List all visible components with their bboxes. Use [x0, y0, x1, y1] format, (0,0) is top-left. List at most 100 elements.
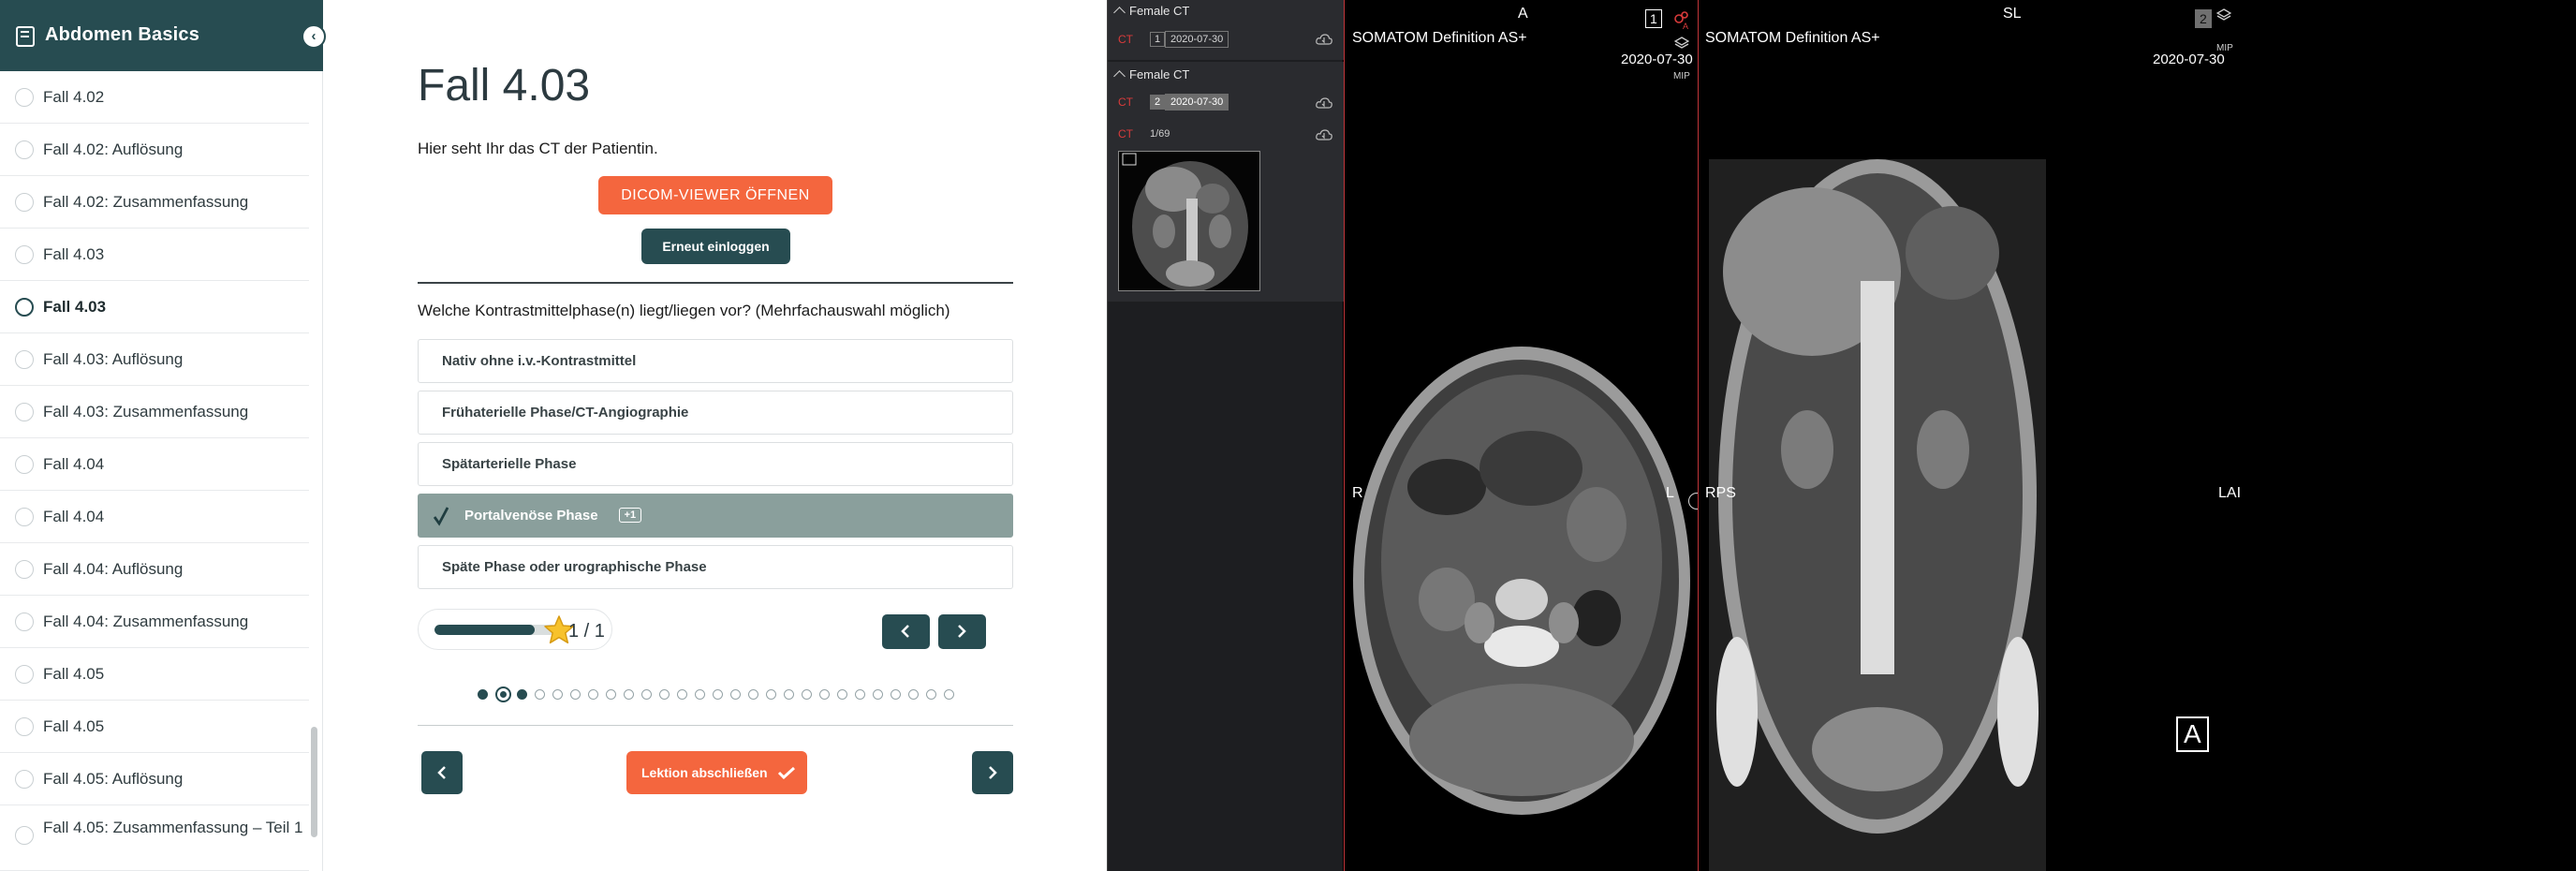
lesson-list: Fall 4.02 Fall 4.02: Auflösung Fall 4.02: … [0, 71, 309, 871]
page-dot[interactable] [535, 689, 545, 700]
answer-option-label: Spätarterielle Phase [442, 456, 577, 472]
next-question-button[interactable] [938, 614, 986, 649]
sidebar-lesson-item[interactable]: Fall 4.04 [0, 438, 309, 491]
chevron-up-icon [1113, 70, 1126, 82]
page-dot[interactable] [891, 689, 901, 700]
study-header[interactable]: Female CT [1113, 4, 1189, 19]
cloud-download-icon[interactable] [1316, 129, 1332, 140]
layers-icon[interactable] [1674, 36, 1689, 51]
study-index: 1 [1150, 32, 1166, 47]
cloud-download-icon[interactable] [1316, 34, 1332, 45]
page-dot[interactable] [748, 689, 758, 700]
page-dot[interactable] [641, 689, 652, 700]
sidebar-lesson-item[interactable]: Fall 4.02: Auflösung [0, 124, 309, 176]
status-circle-icon [15, 612, 34, 631]
layers-icon[interactable] [2216, 7, 2231, 22]
answer-option[interactable]: Nativ ohne i.v.-Kontrastmittel [418, 339, 1013, 383]
status-circle-icon [15, 244, 34, 264]
page-dot[interactable] [908, 689, 919, 700]
page-dot[interactable] [766, 689, 776, 700]
answer-option-label: Frühaterielle Phase/CT-Angiographie [442, 405, 689, 421]
page-dot[interactable] [819, 689, 830, 700]
answer-option-label: Nativ ohne i.v.-Kontrastmittel [442, 353, 637, 369]
modality-tag: CT [1118, 96, 1133, 109]
finish-lesson-label: Lektion abschließen [641, 765, 768, 780]
page-dot[interactable] [552, 689, 563, 700]
mip-label: MIP [1673, 71, 1690, 81]
collapse-sidebar-button[interactable]: ‹ [302, 24, 326, 49]
open-dicom-viewer-button[interactable]: DICOM-VIEWER ÖFFNEN [598, 176, 832, 214]
study-date-label: 2020-07-30 [1621, 52, 1693, 67]
status-circle-icon [15, 559, 34, 579]
chevron-left-icon [901, 625, 909, 638]
cloud-download-icon[interactable] [1316, 97, 1332, 109]
sidebar-lesson-item[interactable]: Fall 4.02: Zusammenfassung [0, 176, 309, 229]
sidebar-lesson-item[interactable]: Fall 4.04: Zusammenfassung [0, 596, 309, 648]
study-header[interactable]: Female CT [1113, 67, 1189, 82]
sidebar-lesson-item[interactable]: Fall 4.05 [0, 648, 309, 701]
page-dot[interactable] [659, 689, 670, 700]
sidebar-lesson-item[interactable]: Fall 4.02 [0, 71, 309, 124]
answer-option[interactable]: Späte Phase oder urographische Phase [418, 545, 1013, 589]
answer-option[interactable]: Portalvenöse Phase +1 [418, 494, 1013, 538]
viewport-axial[interactable]: A SOMATOM Definition AS+ 2020-07-30 R L … [1344, 0, 1698, 871]
page-dot[interactable] [588, 689, 598, 700]
viewport-coronal[interactable]: SL SOMATOM Definition AS+ 2020-07-30 RPS… [1700, 0, 2576, 871]
sidebar-lesson-item[interactable]: Fall 4.03 [0, 229, 309, 281]
page-dot[interactable] [837, 689, 847, 700]
series-thumbnail[interactable] [1118, 151, 1260, 291]
sidebar-lesson-item[interactable]: Fall 4.04 [0, 491, 309, 543]
series-count: 1/69 [1150, 128, 1170, 140]
sidebar-lesson-item[interactable]: Fall 4.03: Auflösung [0, 333, 309, 386]
page-dot[interactable] [606, 689, 616, 700]
relogin-button[interactable]: Erneut einloggen [641, 229, 790, 264]
page-dot[interactable] [713, 689, 723, 700]
status-circle-icon [15, 192, 34, 212]
page-dot[interactable] [944, 689, 954, 700]
status-circle-icon [15, 769, 34, 789]
answer-option[interactable]: Spätarterielle Phase [418, 442, 1013, 486]
page-dot[interactable] [624, 689, 634, 700]
study-date-label: 2020-07-30 [2153, 52, 2225, 67]
page-dot[interactable] [784, 689, 794, 700]
orientation-top: SL [2003, 6, 2022, 22]
link-sync-icon[interactable]: A [1673, 9, 1690, 30]
status-circle-icon [15, 826, 34, 845]
next-lesson-button[interactable] [972, 751, 1013, 794]
finish-lesson-button[interactable]: Lektion abschließen [626, 751, 807, 794]
sidebar-lesson-label: Fall 4.03: Auflösung [43, 349, 184, 368]
page-dot[interactable] [855, 689, 865, 700]
page-dot[interactable] [730, 689, 741, 700]
page-dot[interactable] [926, 689, 936, 700]
orientation-right: LAI [2218, 485, 2242, 501]
page-dot[interactable] [677, 689, 687, 700]
page-dot[interactable] [802, 689, 812, 700]
series-modality-tag: CT [1118, 127, 1133, 140]
progress-fill [434, 625, 535, 635]
sidebar-lesson-label: Fall 4.04: Zusammenfassung [43, 612, 249, 630]
sidebar-scrollbar[interactable] [311, 727, 317, 837]
sidebar-lesson-item[interactable]: Fall 4.05 [0, 701, 309, 753]
page-dot[interactable] [495, 686, 511, 702]
sidebar-lesson-item[interactable]: Fall 4.03: Zusammenfassung [0, 386, 309, 438]
page-dot[interactable] [517, 689, 527, 700]
prev-lesson-button[interactable] [421, 751, 463, 794]
sidebar-lesson-item[interactable]: Fall 4.04: Auflösung [0, 543, 309, 596]
sidebar-lesson-item[interactable]: Fall 4.03 [0, 281, 309, 333]
page-dot[interactable] [478, 689, 488, 700]
prev-question-button[interactable] [882, 614, 930, 649]
question-text: Welche Kontrastmittelphase(n) liegt/lieg… [418, 302, 950, 319]
study-item[interactable]: Female CT CT 1 2020-07-30 [1108, 0, 1344, 60]
page-dot[interactable] [695, 689, 705, 700]
sidebar-lesson-item[interactable]: Fall 4.05: Zusammenfassung – Teil 1 [0, 805, 309, 871]
page-dot[interactable] [873, 689, 883, 700]
sidebar-lesson-item[interactable]: Fall 4.05: Auflösung [0, 753, 309, 805]
page-dot[interactable] [570, 689, 581, 700]
answer-option-label: Portalvenöse Phase [464, 508, 598, 524]
answer-option[interactable]: Frühaterielle Phase/CT-Angiographie [418, 391, 1013, 435]
course-title: Abdomen Basics [45, 24, 200, 45]
svg-text:A: A [1683, 22, 1688, 30]
lesson-intro: Hier seht Ihr das CT der Patientin. [418, 140, 658, 157]
sidebar-lesson-label: Fall 4.03 [43, 244, 105, 263]
study-index: 2 [1150, 95, 1166, 110]
